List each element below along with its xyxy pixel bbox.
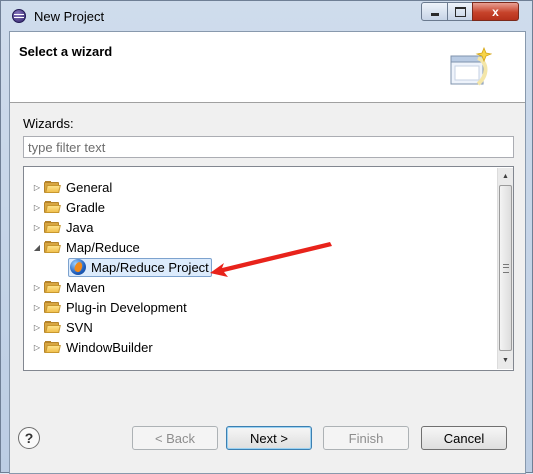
eclipse-icon xyxy=(12,9,26,23)
tree-item-gradle[interactable]: ▷ Gradle xyxy=(32,197,105,217)
tree-item-map-reduce-project[interactable]: Map/Reduce Project xyxy=(68,257,212,277)
new-project-window: New Project x Select a wizard Wizards: ▷… xyxy=(0,0,533,474)
folder-icon xyxy=(44,181,61,193)
expand-arrow-icon[interactable]: ▷ xyxy=(32,202,42,212)
folder-icon xyxy=(44,221,61,233)
tree-item-label: Maven xyxy=(66,279,106,295)
tree-item-maven[interactable]: ▷ Maven xyxy=(32,277,105,297)
maximize-icon xyxy=(454,6,466,17)
close-button[interactable]: x xyxy=(472,2,519,21)
filter-input[interactable] xyxy=(23,136,514,158)
tree-item-label: Plug-in Development xyxy=(66,299,187,315)
minimize-button[interactable] xyxy=(421,2,448,21)
dialog-client-area: Select a wizard Wizards: ▷ General ▷ Gra… xyxy=(9,31,526,474)
expand-arrow-icon[interactable]: ▷ xyxy=(32,222,42,232)
window-title: New Project xyxy=(34,9,105,24)
next-button[interactable]: Next > xyxy=(226,426,312,450)
scroll-thumb[interactable] xyxy=(499,185,512,351)
folder-icon xyxy=(44,321,61,333)
banner-title: Select a wizard xyxy=(19,44,113,59)
collapse-arrow-icon[interactable]: ◢ xyxy=(32,242,42,252)
annotation-arrow-icon xyxy=(210,242,332,277)
tree-item-label: General xyxy=(66,179,113,195)
wizards-label: Wizards: xyxy=(23,116,74,131)
help-button[interactable]: ? xyxy=(18,427,40,449)
selected-item[interactable]: Map/Reduce Project xyxy=(68,257,212,277)
wizard-banner: Select a wizard xyxy=(10,32,525,103)
tree-item-label: Map/Reduce Project xyxy=(91,259,209,275)
vertical-scrollbar[interactable]: ▲ ▼ xyxy=(497,168,513,369)
tree-item-windowbuilder[interactable]: ▷ WindowBuilder xyxy=(32,337,153,357)
back-button[interactable]: < Back xyxy=(132,426,218,450)
scroll-up-icon[interactable]: ▲ xyxy=(498,168,513,185)
folder-icon xyxy=(44,281,61,293)
new-wizard-icon xyxy=(450,46,492,86)
folder-icon xyxy=(44,201,61,213)
mapreduce-project-icon xyxy=(70,259,86,275)
maximize-button[interactable] xyxy=(447,2,473,21)
tree-item-label: Gradle xyxy=(66,199,106,215)
tree-item-label: WindowBuilder xyxy=(66,339,153,355)
minimize-icon xyxy=(430,13,439,16)
expand-arrow-icon[interactable]: ▷ xyxy=(32,322,42,332)
help-icon: ? xyxy=(24,430,34,446)
close-icon: x xyxy=(492,4,499,19)
folder-icon xyxy=(44,301,61,313)
tree-item-label: SVN xyxy=(66,319,93,335)
scroll-down-icon[interactable]: ▼ xyxy=(498,352,513,369)
title-bar[interactable]: New Project x xyxy=(1,1,532,31)
expand-arrow-icon[interactable]: ▷ xyxy=(32,342,42,352)
cancel-button[interactable]: Cancel xyxy=(421,426,507,450)
tree-item-plugin-development[interactable]: ▷ Plug-in Development xyxy=(32,297,187,317)
folder-icon xyxy=(44,341,61,353)
tree-item-map-reduce[interactable]: ◢ Map/Reduce xyxy=(32,237,140,257)
tree-item-svn[interactable]: ▷ SVN xyxy=(32,317,93,337)
grip-icon xyxy=(502,263,509,273)
expand-arrow-icon[interactable]: ▷ xyxy=(32,282,42,292)
finish-button[interactable]: Finish xyxy=(323,426,409,450)
tree-item-java[interactable]: ▷ Java xyxy=(32,217,94,237)
tree-item-label: Map/Reduce xyxy=(66,239,140,255)
folder-open-icon xyxy=(44,241,61,253)
expand-arrow-icon[interactable]: ▷ xyxy=(32,182,42,192)
expand-arrow-icon[interactable]: ▷ xyxy=(32,302,42,312)
tree-item-general[interactable]: ▷ General xyxy=(32,177,112,197)
tree-item-label: Java xyxy=(66,219,94,235)
